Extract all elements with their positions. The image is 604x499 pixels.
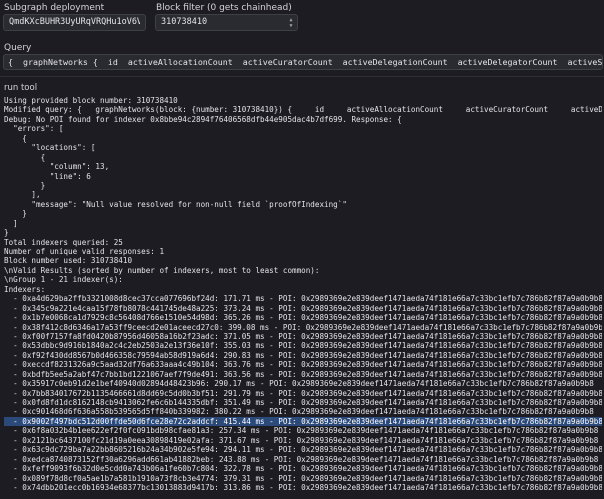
output-line: - 0xeccdf8231326a9c5aad32df76a633aaa4c49… <box>4 360 602 370</box>
output-line: - 0xbdfb5ee5a2abf47c7bb1bd1221067aef7f9d… <box>4 369 602 379</box>
output-line: "locations": [ <box>4 143 96 153</box>
output-line: - 0xf92f430dd8567b0d466358c79594ab58d919… <box>4 350 602 360</box>
output-line: \nGroup 1 - 21 indexer(s): <box>4 275 123 285</box>
output-line: Block number used: 310738410 <box>4 256 133 266</box>
output-line: "line": 6 <box>4 171 91 181</box>
query-input[interactable]: { graphNetworks { id activeAllocationCou… <box>3 54 603 70</box>
output-line: - 0x089f78d8cf0a5ae1b7a581b1910a73f8cb3e… <box>4 473 602 483</box>
output-line: - 0xf00f7157fa8fd0420b87956d46058a16b2f2… <box>4 331 602 341</box>
query-label: Query <box>4 43 32 53</box>
output-line: - 0x53dbbc9d916b1840a2c4c2eb2503a2e13f36… <box>4 341 602 351</box>
block-filter-label: Block filter (0 gets chainhead) <box>156 3 292 13</box>
output-line: "errors": [ <box>4 124 64 134</box>
output-line: } <box>4 180 46 190</box>
output-line: Modified query: { graphNetworks(block: {… <box>4 105 602 115</box>
output-line: - 0x2121bc6437100fc21d19a0eea30898419e02… <box>4 435 599 445</box>
deployment-input[interactable]: QmdKXcBUHR3UyURqVRQHu1oV6VUkUzu3WM7KCjTr… <box>3 14 146 31</box>
output-line: - 0xfeff9093f6b32d0e5cdd0a743b06a1fe60b7… <box>4 464 602 474</box>
run-tool-label: run tool <box>4 83 38 93</box>
output-line: Using provided block number: 310738410 <box>4 96 178 105</box>
output-line: { <box>4 133 27 143</box>
output-line: Total indexers queried: 25 <box>4 237 123 247</box>
block-filter-input[interactable]: 310738410 ▲ ▼ <box>155 14 298 31</box>
output-line: - 0x1b7e0068ca1d7929c8c56408d766e1510e54… <box>4 313 602 323</box>
output-line: \nValid Results (sorted by number of ind… <box>4 265 320 275</box>
output-line: - 0x63c9dc729ba7a22bb8605216b24a34b902e5… <box>4 445 602 455</box>
output-line: - 0x7bb834017672b1135466661d8dd69c5dd0b3… <box>4 388 602 398</box>
output-line: "message": "Null value resolved for non-… <box>4 199 347 209</box>
deployment-input-value: QmdKXcBUHR3UyURqVRQHu1oV6VUkUzu3WM7KCjTr… <box>9 17 140 27</box>
output-line: - 0x0fd8fd1dc8162148cb9413062fe6c6b14433… <box>4 398 602 407</box>
tool-output: Using provided block number: 310738410 Mo… <box>4 96 602 499</box>
output-line: { <box>4 152 46 162</box>
output-line: Indexers: <box>4 284 46 294</box>
output-line: ], <box>4 190 41 200</box>
output-line: - 0xedca8740873152ff30a6296add661ab41882… <box>4 454 599 464</box>
output-line: - 0x74dbb201ecc0b16934e68377bc13013883d9… <box>4 482 602 492</box>
block-filter-stepper[interactable]: ▲ ▼ <box>287 16 295 29</box>
output-line: Number of unique valid responses: 1 <box>4 247 165 256</box>
output-line: - 0xc901468d6f636a558b539565d5ff840b3399… <box>4 407 594 417</box>
output-line: Debug: No POI found for indexer 0x8bbe94… <box>4 114 402 124</box>
output-line: - 0x345c9a221e4caa15f78fb8078c441745de48… <box>4 303 602 313</box>
output-line: - 0x35917c0eb91d2e1bef40940d02894d48423b… <box>4 379 594 389</box>
deployment-label: Subgraph deployment <box>4 3 105 13</box>
output-line: - 0x38f412c8d6346a17a53ff9ceecd2e01aceec… <box>4 322 602 332</box>
output-line: - 0xa4d629ba2ffb3321008d8cec37cca077696b… <box>4 294 602 304</box>
output-line: } <box>4 228 9 238</box>
output-line: ] <box>4 218 18 228</box>
output-line: - 0x6f8a032b4b1ee622ef2f0fc091bdb98cfae8… <box>4 426 599 436</box>
divider <box>0 76 604 77</box>
output-line: } <box>4 209 27 219</box>
output-line: - 0x9002f497bdc512d00ffde50d6fce28e72c2a… <box>4 416 602 427</box>
block-filter-input-value: 310738410 <box>161 17 208 27</box>
stepper-down-icon[interactable]: ▼ <box>289 23 292 29</box>
output-line: "column": 13, <box>4 162 110 172</box>
